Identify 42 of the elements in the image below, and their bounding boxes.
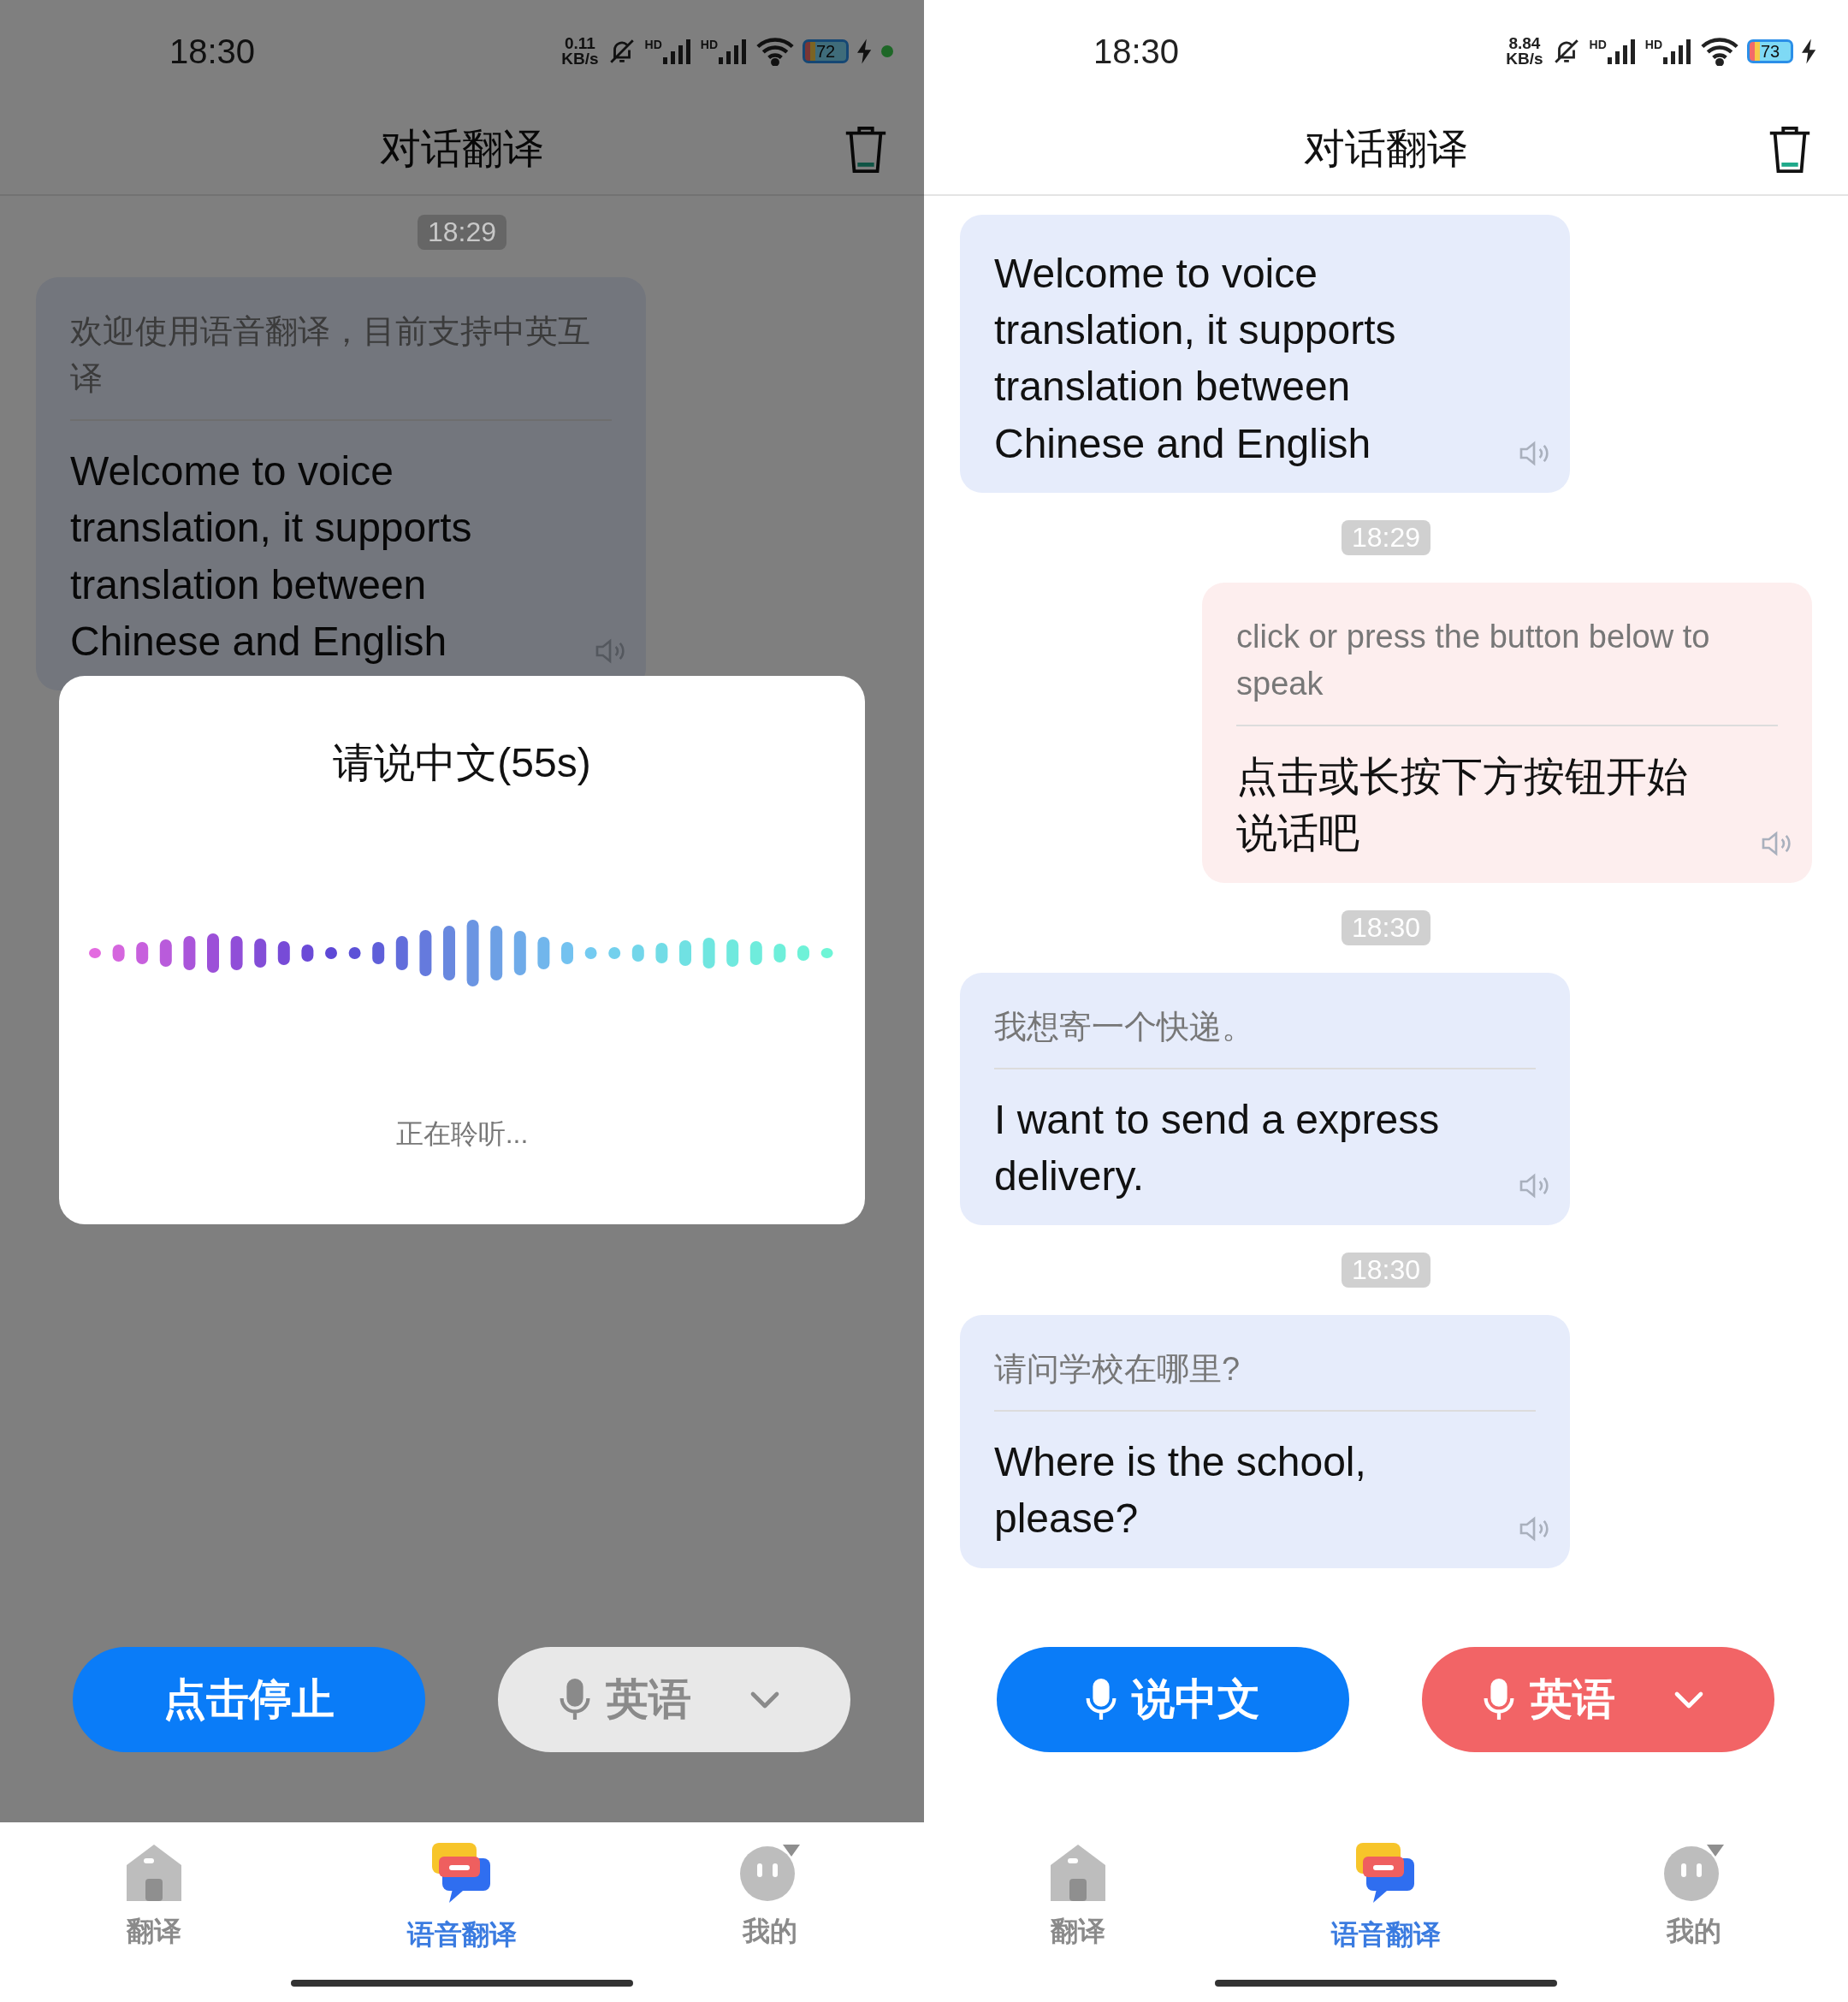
nav-tab[interactable]: 我的: [1540, 1822, 1848, 2002]
translation-text: 点击或长按下方按钮开始说话吧: [1236, 753, 1689, 858]
listening-status: 正在聆听...: [395, 1117, 529, 1151]
battery-level: 73: [1747, 39, 1793, 63]
language-button[interactable]: 英语: [1422, 1647, 1774, 1752]
screen-title: 对话翻译: [1304, 124, 1468, 173]
status-time: 18:30: [169, 32, 257, 71]
battery-level: 72: [803, 39, 849, 63]
hd-label: HD: [1589, 38, 1607, 50]
screen-title: 对话翻译: [380, 124, 544, 173]
hd-label: HD: [700, 38, 718, 50]
signal-icon: [1607, 38, 1637, 64]
wifi-icon: [756, 37, 794, 66]
microphone-icon: [1484, 1678, 1514, 1721]
timestamp: 18:29: [417, 215, 507, 250]
microphone-icon: [560, 1678, 590, 1721]
dialog-title: 请说中文(55s): [333, 739, 591, 787]
source-text: click or press the button below to speak: [1236, 613, 1778, 727]
translation-text: Welcome to voice translation, it supports translation between Chinese and English: [70, 447, 473, 666]
hd-label: HD: [1644, 38, 1662, 50]
voice-button[interactable]: 说中文: [997, 1647, 1349, 1752]
translation-text: I want to send a express delivery.: [994, 1095, 1441, 1200]
voice-button[interactable]: 点击停止: [73, 1647, 425, 1752]
nav-tab[interactable]: 翻译: [924, 1822, 1232, 2002]
signal-icon: [719, 38, 748, 64]
translation-text: Welcome to voice translation, it supports translation between Chinese and English: [994, 250, 1397, 468]
source-text: 我想寄一个快递。: [994, 1003, 1536, 1069]
source-text: 欢迎使用语音翻译，目前支持中英互译: [70, 308, 612, 422]
nav-tab[interactable]: 我的: [616, 1822, 924, 2002]
signal-icon: [1663, 38, 1692, 64]
nav-tab[interactable]: 语音翻译: [1232, 1822, 1540, 2002]
network-speed: 0.11 KB/s: [561, 35, 599, 68]
signal-icon: [662, 38, 692, 64]
hd-label: HD: [644, 38, 662, 50]
nav-tab[interactable]: 语音翻译: [308, 1822, 616, 2002]
nav-tab[interactable]: 翻译: [0, 1822, 308, 2002]
status-time: 18:30: [1093, 32, 1181, 71]
network-speed: 8.84 KB/s: [1506, 35, 1543, 68]
microphone-icon: [1086, 1678, 1116, 1721]
translation-text: Where is the school, please?: [994, 1438, 1367, 1543]
source-text: 请问学校在哪里?: [994, 1346, 1536, 1413]
wifi-icon: [1701, 37, 1738, 66]
